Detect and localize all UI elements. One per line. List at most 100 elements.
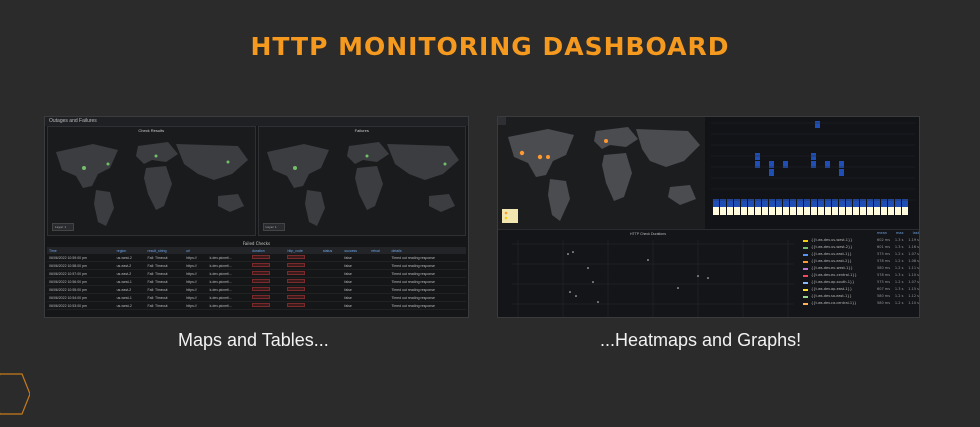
legend-value: 1.10 s xyxy=(908,273,919,277)
duration-bar xyxy=(252,255,271,259)
table-cell: Fail: Timeout xyxy=(145,285,185,294)
legend-value: 575 ms xyxy=(877,280,891,284)
legend-value: 580 ms xyxy=(877,266,891,270)
column-header[interactable]: retval xyxy=(369,247,390,254)
table-row[interactable]: 06/06/2022 10:54:00 pm us-west-1 Fail: Tim… xyxy=(47,293,466,302)
column-header[interactable]: result_string xyxy=(145,247,185,254)
legend-row[interactable]: {{t.ws.dev.us-east-1}} 575 ms 1.2 s 1.07 s xyxy=(797,251,919,258)
legend-row[interactable]: {{t.ws.dev.us-west-1}} 602 ms 1.3 s 1.19 s xyxy=(797,237,919,244)
table-cell: Timed out reading response xyxy=(389,277,466,286)
legend-value: 1.3 s xyxy=(894,273,904,277)
data-point xyxy=(677,287,679,289)
legend-header[interactable]: last xyxy=(913,230,919,237)
table-cell: us-west-2 xyxy=(114,301,146,310)
legend-value: 607 ms xyxy=(877,287,891,291)
data-point xyxy=(587,267,589,269)
legend-row[interactable]: {{t.ws.dev.sa-east-1}} 580 ms 1.2 s 1.12 s xyxy=(797,293,919,300)
legend-swatch xyxy=(803,288,808,291)
legend-header[interactable]: max xyxy=(896,230,904,237)
legend-swatch xyxy=(803,267,808,270)
legend-header-row: mean max last xyxy=(797,230,919,237)
heatmap-cell xyxy=(755,153,760,160)
table-cell xyxy=(369,261,390,270)
legend-name: {{t.ws.dev.sa-east-1}} xyxy=(811,294,852,298)
legend-swatch xyxy=(803,253,808,256)
column-header[interactable]: url xyxy=(184,247,208,254)
table-cell xyxy=(369,269,390,278)
heatmap xyxy=(705,117,919,229)
table-cell: Fail: Timeout xyxy=(145,254,185,262)
column-header[interactable]: status xyxy=(320,247,343,254)
table-row[interactable]: 06/06/2022 10:55:00 pm us-east-2 Fail: Tim… xyxy=(47,285,466,294)
legend-name: {{t.ws.dev.eu-central-1}} xyxy=(811,273,857,277)
legend-row[interactable]: {{t.ws.dev.ap-east-1}} 607 ms 1.3 s 1.15 s xyxy=(797,286,919,293)
legend-value: 1.08 s xyxy=(908,259,919,263)
table-cell: 06/06/2022 10:57:00 pm xyxy=(47,269,115,278)
duration-bar xyxy=(252,287,271,291)
legend-row[interactable]: {{t.ws.dev.ap-south-1}} 575 ms 1.2 s 1.07 s xyxy=(797,279,919,286)
table-cell xyxy=(285,293,321,302)
table-cell: false xyxy=(342,261,370,270)
table-cell xyxy=(250,261,286,270)
heatmap-cell xyxy=(790,207,796,215)
map-marker xyxy=(546,155,550,159)
legend-value: 1.2 s xyxy=(894,280,904,284)
table-cell xyxy=(250,269,286,278)
table-cell xyxy=(285,301,321,310)
column-header[interactable]: http_code xyxy=(285,247,321,254)
column-header[interactable]: success xyxy=(342,247,370,254)
table-cell xyxy=(369,293,390,302)
table-cell xyxy=(285,285,321,294)
map-legend[interactable] xyxy=(502,209,518,223)
map-legend[interactable]: Layer 1 xyxy=(52,223,74,231)
table-cell: Timed out reading response xyxy=(389,301,466,310)
table-cell xyxy=(320,301,343,310)
table-cell: https:// xyxy=(184,269,208,278)
data-point xyxy=(572,251,574,253)
table-cell: 06/06/2022 10:58:00 pm xyxy=(47,261,115,270)
column-header[interactable]: region xyxy=(114,247,146,254)
legend-name: {{t.ws.dev.us-east-1}} xyxy=(811,252,852,256)
table-row[interactable]: 06/06/2022 10:56:00 pm us-west-1 Fail: Tim… xyxy=(47,277,466,286)
heatmap-cell xyxy=(888,207,894,215)
table-cell xyxy=(369,254,390,262)
table-cell: k.dev.picnet/... xyxy=(207,277,251,286)
legend-row[interactable]: {{t.ws.dev.us-east-2}} 578 ms 1.2 s 1.08 s xyxy=(797,258,919,265)
column-header[interactable]: details xyxy=(389,247,466,254)
legend-row[interactable]: {{t.ws.dev.ca-central-1}} 580 ms 1.2 s 1.10… xyxy=(797,300,919,307)
table-cell xyxy=(320,261,343,270)
heatmap-cell xyxy=(769,169,774,176)
table-row[interactable]: 06/06/2022 10:53:00 pm us-west-2 Fail: Tim… xyxy=(47,301,466,310)
table-cell: Timed out reading response xyxy=(389,261,466,270)
table-cell: k.dev.picnet/... xyxy=(207,261,251,270)
heatmap-cell xyxy=(769,207,775,215)
table-cell xyxy=(320,277,343,286)
legend-value: 601 ms xyxy=(877,245,891,249)
table-row[interactable]: 06/06/2022 10:59:00 pm us-west-2 Fail: Tim… xyxy=(47,254,466,262)
heatmap-cell xyxy=(867,207,873,215)
table-cell: Fail: Timeout xyxy=(145,269,185,278)
map-legend[interactable]: Layer 1 xyxy=(262,223,285,231)
legend-row[interactable]: {{t.ws.dev.eu-central-1}} 578 ms 1.3 s 1.10… xyxy=(797,272,919,279)
column-header[interactable]: duration xyxy=(250,247,286,254)
legend-name: {{t.ws.dev.us-east-2}} xyxy=(811,259,852,263)
table-row[interactable]: 06/06/2022 10:58:00 pm us-east-2 Fail: Tim… xyxy=(47,261,466,270)
table-cell: k.dev.picnet/... xyxy=(207,254,251,262)
legend-row[interactable]: {{t.ws.dev.us-west-2}} 601 ms 1.3 s 1.16 s xyxy=(797,244,919,251)
heatmap-cell xyxy=(762,207,768,215)
heatmap-cell xyxy=(853,207,859,215)
table-cell xyxy=(250,277,286,286)
map-title: Failures xyxy=(354,128,369,133)
column-header[interactable]: Time xyxy=(47,247,115,254)
legend-value: 1.11 s xyxy=(908,266,919,270)
heatmap-cell xyxy=(713,207,719,215)
legend-row[interactable]: {{t.ws.dev.eu-west-1}} 580 ms 1.2 s 1.11 s xyxy=(797,265,919,272)
map-title: Check Results xyxy=(138,128,165,133)
data-point xyxy=(697,275,699,277)
table-cell: false xyxy=(342,293,370,302)
legend-name: {{t.ws.dev.ca-central-1}} xyxy=(811,301,857,305)
legend-header[interactable]: mean xyxy=(877,230,887,237)
table-row[interactable]: 06/06/2022 10:57:00 pm us-east-2 Fail: Tim… xyxy=(47,269,466,278)
column-header[interactable] xyxy=(207,247,251,254)
failed-checks-table-panel: Failed Checks Time region result_string url… xyxy=(45,236,468,310)
